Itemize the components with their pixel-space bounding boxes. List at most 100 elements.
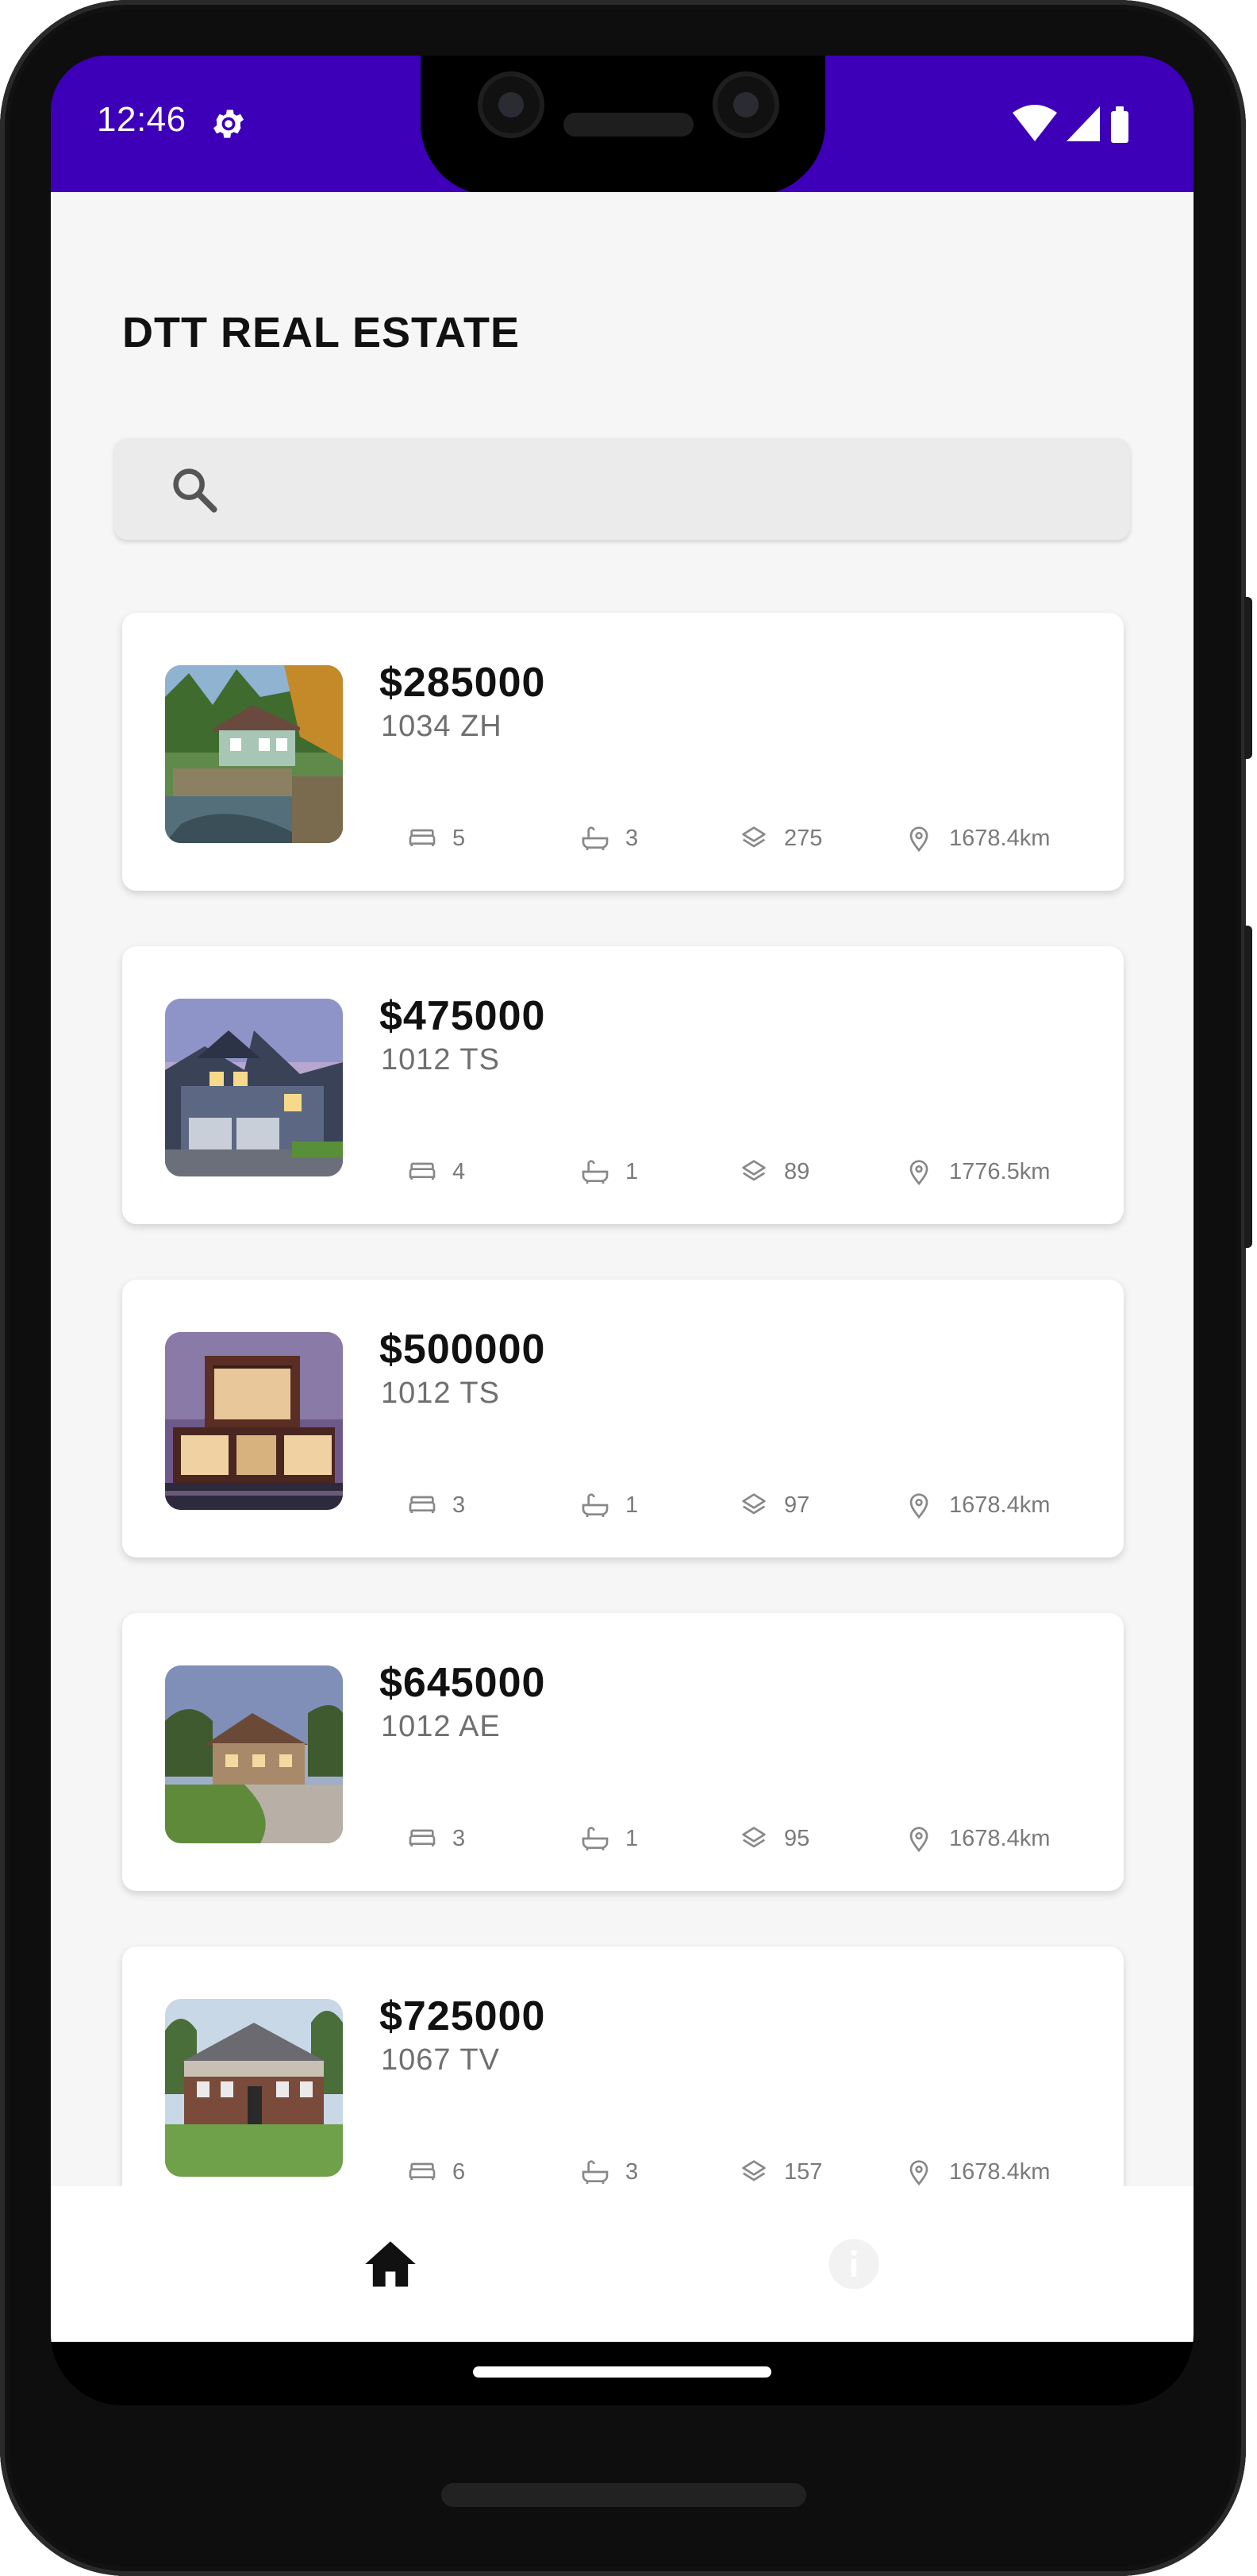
front-camera xyxy=(478,71,544,138)
bathrooms-value: 1 xyxy=(625,1492,639,1518)
listing-price: $475000 xyxy=(379,993,546,1039)
search-bar[interactable] xyxy=(114,438,1130,540)
layers-icon xyxy=(742,1827,766,1848)
location-pin-icon xyxy=(909,826,928,853)
layers-icon xyxy=(742,826,766,848)
house-photo xyxy=(165,1332,343,1510)
bathtub-icon xyxy=(582,1160,609,1184)
search-input[interactable] xyxy=(241,454,1101,526)
bed-icon xyxy=(409,1496,436,1513)
bedrooms-value: 3 xyxy=(452,1825,466,1851)
distance-stat: 1678.4km xyxy=(903,1821,1050,1856)
bathtub-icon xyxy=(582,826,609,850)
distance-stat: 1776.5km xyxy=(903,1154,1050,1189)
listing-card[interactable]: $725000 1067 TV 6 3 157 1678.4km xyxy=(122,1946,1124,2186)
bedrooms-stat: 3 xyxy=(406,1821,465,1856)
bedrooms-value: 5 xyxy=(452,825,466,851)
bedrooms-stat: 5 xyxy=(406,821,465,856)
wifi-icon xyxy=(1013,105,1057,141)
size-value: 157 xyxy=(784,2158,823,2185)
size-stat: 275 xyxy=(738,821,822,856)
bathrooms-stat: 1 xyxy=(579,1821,638,1856)
bathtub-icon xyxy=(582,2160,609,2184)
gear-icon xyxy=(213,110,244,138)
bathrooms-stat: 3 xyxy=(579,821,638,856)
search-icon[interactable] xyxy=(168,464,221,516)
size-value: 89 xyxy=(784,1158,810,1184)
bathrooms-value: 1 xyxy=(625,1825,639,1851)
bathrooms-value: 3 xyxy=(625,2158,639,2185)
app-content[interactable]: DTT REAL ESTATE $285000 1034 ZH 5 3 275 … xyxy=(51,192,1194,2186)
bathtub-icon xyxy=(582,1493,609,1517)
bedrooms-stat: 3 xyxy=(406,1488,465,1523)
location-pin-icon xyxy=(909,1493,928,1519)
front-sensor xyxy=(713,71,779,138)
bed-icon xyxy=(409,1162,436,1180)
listing-zip: 1034 ZH xyxy=(381,710,502,743)
signal-icon xyxy=(1067,106,1100,141)
page-title: DTT REAL ESTATE xyxy=(122,309,520,356)
bedrooms-value: 3 xyxy=(452,1492,466,1518)
listing-zip: 1012 TS xyxy=(381,1043,500,1076)
size-value: 97 xyxy=(784,1492,810,1518)
bathrooms-stat: 3 xyxy=(579,2154,638,2186)
size-value: 95 xyxy=(784,1825,810,1851)
bathrooms-value: 1 xyxy=(625,1158,639,1184)
distance-value: 1776.5km xyxy=(949,1158,1051,1184)
bottom-navigation xyxy=(51,2186,1194,2342)
location-pin-icon xyxy=(909,1160,928,1186)
size-stat: 95 xyxy=(738,1821,809,1856)
size-stat: 89 xyxy=(738,1154,809,1189)
listing-card[interactable]: $500000 1012 TS 3 1 97 1678.4km xyxy=(122,1280,1124,1558)
camera-notch xyxy=(421,56,825,195)
house-photo xyxy=(165,665,343,843)
distance-value: 1678.4km xyxy=(949,2158,1051,2185)
layers-icon xyxy=(742,1493,766,1515)
screen: 12:46 DTT REAL ESTATE $285000 1034 ZH 5 … xyxy=(51,56,1194,2405)
layers-icon xyxy=(742,2160,766,2181)
distance-value: 1678.4km xyxy=(949,1825,1051,1851)
bedrooms-value: 4 xyxy=(452,1158,466,1184)
layers-icon xyxy=(742,1160,766,1181)
distance-stat: 1678.4km xyxy=(903,2154,1050,2186)
distance-stat: 1678.4km xyxy=(903,821,1050,856)
bed-icon xyxy=(409,1829,436,1846)
bedrooms-value: 6 xyxy=(452,2158,466,2185)
bathrooms-stat: 1 xyxy=(579,1488,638,1523)
listing-card[interactable]: $645000 1012 AE 3 1 95 1678.4km xyxy=(122,1613,1124,1891)
battery-icon xyxy=(1111,106,1128,143)
listing-zip: 1012 TS xyxy=(381,1377,500,1410)
gesture-bar[interactable] xyxy=(473,2366,771,2378)
power-button xyxy=(1244,597,1252,759)
bedrooms-stat: 6 xyxy=(406,2154,465,2186)
size-stat: 97 xyxy=(738,1488,809,1523)
size-stat: 157 xyxy=(738,2154,822,2186)
bathtub-icon xyxy=(582,1827,609,1850)
house-photo xyxy=(165,1665,343,1843)
house-photo xyxy=(165,1999,343,2177)
house-photo xyxy=(165,999,343,1176)
listing-price: $645000 xyxy=(379,1660,546,1706)
volume-button xyxy=(1244,926,1252,1248)
info-icon[interactable] xyxy=(824,2234,884,2294)
home-icon[interactable] xyxy=(360,2234,421,2294)
speaker-grille xyxy=(563,113,694,137)
bathrooms-value: 3 xyxy=(625,825,639,851)
bottom-speaker-grille xyxy=(441,2483,806,2507)
distance-value: 1678.4km xyxy=(949,825,1051,851)
bedrooms-stat: 4 xyxy=(406,1154,465,1189)
bathrooms-stat: 1 xyxy=(579,1154,638,1189)
listing-zip: 1067 TV xyxy=(381,2043,500,2077)
listing-zip: 1012 AE xyxy=(381,1710,501,1743)
listing-price: $500000 xyxy=(379,1327,546,1373)
status-time: 12:46 xyxy=(97,100,186,139)
listing-card[interactable]: $475000 1012 TS 4 1 89 1776.5km xyxy=(122,946,1124,1224)
status-icons xyxy=(1013,105,1128,143)
listing-card[interactable]: $285000 1034 ZH 5 3 275 1678.4km xyxy=(122,613,1124,891)
location-pin-icon xyxy=(909,2160,928,2186)
size-value: 275 xyxy=(784,825,823,851)
listing-price: $725000 xyxy=(379,1993,546,2039)
listing-price: $285000 xyxy=(379,660,546,706)
distance-value: 1678.4km xyxy=(949,1492,1051,1518)
bed-icon xyxy=(409,2162,436,2180)
